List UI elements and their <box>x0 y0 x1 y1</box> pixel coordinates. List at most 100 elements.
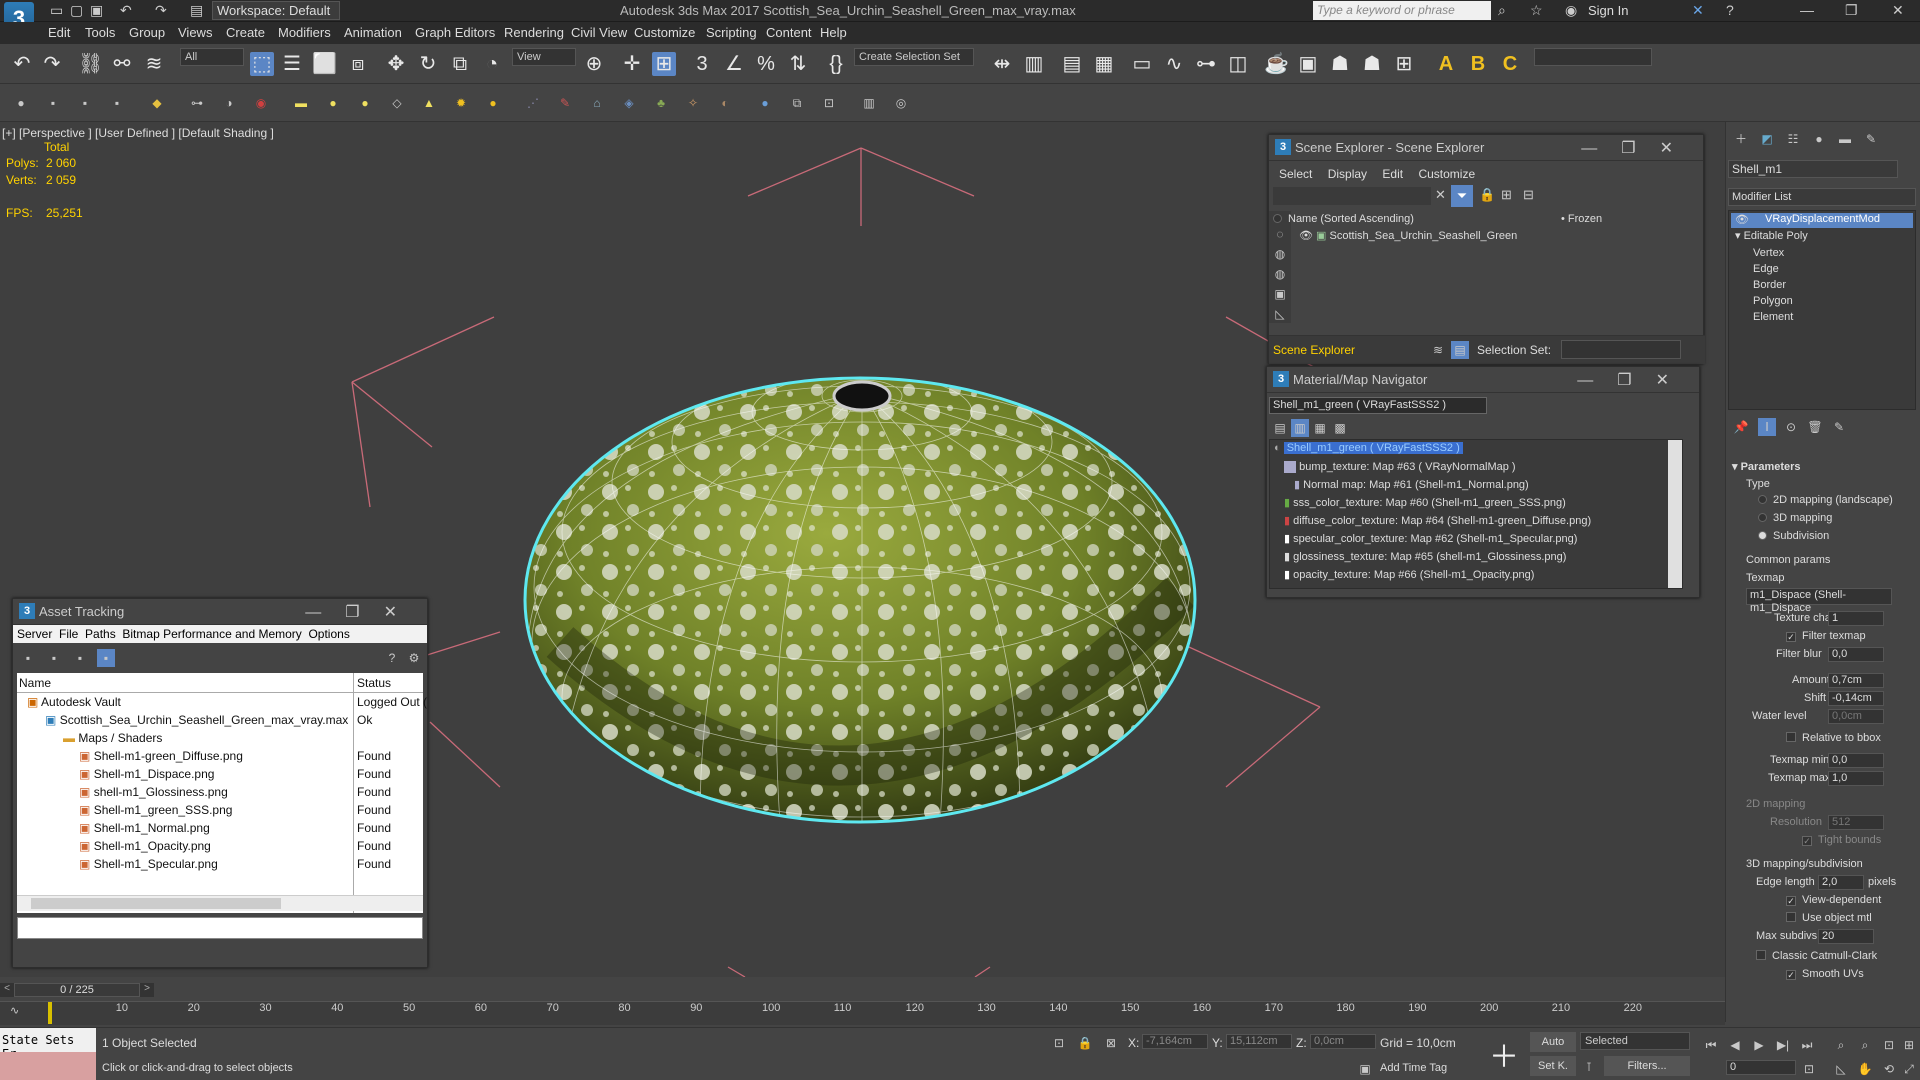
menu-display[interactable]: Display <box>1328 167 1367 181</box>
save-file-icon[interactable]: ▣ <box>90 2 103 19</box>
vray-light-icon[interactable]: ● <box>324 94 342 112</box>
table-row[interactable]: ▣ shell-m1_Glossiness.png <box>79 785 228 799</box>
align-icon[interactable]: ▥ <box>1022 52 1046 76</box>
relative-bbox-checkbox[interactable]: Relative to bbox <box>1786 732 1881 744</box>
z-coordinate-field[interactable]: 0,0cm <box>1310 1034 1376 1049</box>
restore-icon[interactable]: ❐ <box>1845 2 1858 19</box>
display-none-icon[interactable]: ◌ <box>1271 225 1289 243</box>
vray-light-icon[interactable]: ◇ <box>388 94 406 112</box>
reference-coordinate-dropdown[interactable]: View <box>512 48 576 66</box>
classic-cc-checkbox[interactable]: Classic Catmull-Clark <box>1756 950 1877 962</box>
stack-item-edge[interactable]: Edge <box>1753 263 1779 275</box>
sea-urchin-shell[interactable] <box>523 374 1197 827</box>
snaps-toggle-icon[interactable]: 3 <box>690 52 714 76</box>
scene-item[interactable]: 👁 ▣ Scottish_Sea_Urchin_Seashell_Green <box>1299 229 1517 242</box>
map-item[interactable]: ▮▮ bump_texture: Map #63 ( VRayNormalMap… <box>1284 460 1516 473</box>
menu-animation[interactable]: Animation <box>344 25 402 40</box>
vray-object-icon[interactable]: ⊡ <box>820 94 838 112</box>
menu-rendering[interactable]: Rendering <box>504 25 564 40</box>
display-cameras-icon[interactable]: ▣ <box>1271 285 1289 303</box>
menu-file[interactable]: File <box>59 627 78 641</box>
help-icon[interactable]: ? <box>383 649 401 667</box>
expand-icon[interactable]: ▾ <box>1735 230 1741 242</box>
texture-chan-spinner[interactable]: 1 <box>1828 611 1884 626</box>
zoom-extents-all-icon[interactable]: ⊞ <box>1900 1036 1918 1054</box>
edit-named-selection-icon[interactable]: {} <box>824 52 848 76</box>
rectangular-selection-icon[interactable]: ⬜ <box>312 52 337 76</box>
table-row[interactable]: ▣ Shell-m1_Specular.png <box>79 857 218 871</box>
map-item[interactable]: ▮ opacity_texture: Map #66 (Shell-m1_Opa… <box>1284 568 1534 581</box>
current-material-field[interactable]: Shell_m1_green ( VRayFastSSS2 ) <box>1269 397 1487 414</box>
column-header-frozen[interactable]: • Frozen <box>1561 213 1602 225</box>
x-coordinate-field[interactable]: -7,164cm <box>1142 1034 1208 1049</box>
play-icon[interactable]: ▶ <box>1750 1036 1768 1054</box>
table-row[interactable]: ▣ Shell-m1_Opacity.png <box>79 839 211 853</box>
vray-tool-icon[interactable]: ● <box>12 94 30 112</box>
window-crossing-icon[interactable]: ⧈ <box>346 52 370 76</box>
configure-sets-icon[interactable]: ✎ <box>1830 418 1848 436</box>
render-setup-icon[interactable]: ☕ <box>1264 52 1289 76</box>
map-item[interactable]: ▮ sss_color_texture: Map #60 (Shell-m1_g… <box>1284 496 1566 509</box>
select-object-icon[interactable]: ⬚ <box>250 52 274 76</box>
horizontal-scrollbar[interactable] <box>17 895 423 911</box>
display-tab-icon[interactable]: ▬ <box>1836 130 1854 148</box>
menu-paths[interactable]: Paths <box>85 627 116 641</box>
menu-edit[interactable]: Edit <box>1382 167 1403 181</box>
checkbox-icon[interactable] <box>1786 912 1796 922</box>
minimize-icon[interactable]: — <box>1800 2 1814 18</box>
previous-frame-icon[interactable]: ◀ <box>1726 1036 1744 1054</box>
radio-3d-mapping[interactable]: 3D mapping <box>1758 512 1832 524</box>
y-coordinate-field[interactable]: 15,112cm <box>1226 1034 1292 1049</box>
ribbon-toggle-icon[interactable]: ▭ <box>1130 52 1154 76</box>
modifier-list-dropdown[interactable]: Modifier List <box>1728 188 1916 206</box>
set-key-button[interactable]: Set K. <box>1530 1056 1576 1076</box>
open-file-icon[interactable]: ▢ <box>70 2 83 19</box>
display-helpers-icon[interactable]: ◺ <box>1271 305 1289 323</box>
time-next-arrow-icon[interactable]: > <box>140 983 154 997</box>
filter-icon[interactable]: ⏷ <box>1451 185 1473 207</box>
vray-sky-icon[interactable]: ● <box>484 94 502 112</box>
clear-search-icon[interactable]: ✕ <box>1435 187 1446 203</box>
hierarchy-icon[interactable]: ⊞ <box>1501 187 1512 203</box>
vray-object-icon[interactable]: ◈ <box>620 94 638 112</box>
resolution-spinner[interactable]: 512 <box>1828 815 1884 830</box>
stack-item-vraydisplacement[interactable]: VRayDisplacementMod <box>1731 213 1913 228</box>
field-of-view-icon[interactable]: ◺ <box>1832 1060 1850 1078</box>
binoculars-icon[interactable]: ⌕ <box>1498 2 1506 19</box>
window-controls[interactable]: —❐✕ <box>1577 370 1693 390</box>
view-large-icons-icon[interactable]: ▩ <box>1331 419 1349 437</box>
close-x-icon[interactable]: ✕ <box>1692 2 1704 19</box>
search-input[interactable]: Type a keyword or phrase <box>1313 1 1491 20</box>
asset-tracking-titlebar[interactable]: 3 Asset Tracking —❐✕ <box>13 599 427 625</box>
key-mode-icon[interactable]: ⊺ <box>1580 1058 1598 1076</box>
vray-tool-icon[interactable]: ⊶ <box>188 94 206 112</box>
vray-tool-icon[interactable]: ◑ <box>220 94 238 112</box>
maxscript-listener[interactable] <box>0 1052 96 1080</box>
layer-explorer-icon[interactable]: ▦ <box>1092 52 1116 76</box>
stack-item-element[interactable]: Element <box>1753 311 1793 323</box>
asset-tool-icon[interactable]: ▪ <box>45 649 63 667</box>
use-object-mtl-checkbox[interactable]: Use object mtl <box>1786 912 1872 924</box>
table-row[interactable]: ▣ Scottish_Sea_Urchin_Seashell_Green_max… <box>45 713 348 727</box>
vray-object-icon[interactable]: ♣ <box>652 94 670 112</box>
menu-scripting[interactable]: Scripting <box>706 25 757 40</box>
max-subdivs-spinner[interactable]: 20 <box>1818 929 1874 944</box>
show-end-result-icon[interactable]: Ⅰ <box>1758 418 1776 436</box>
state-sets-listener[interactable]: State Sets Er <box>0 1028 96 1061</box>
vray-tool-icon[interactable]: ◆ <box>148 94 166 112</box>
stack-item-border[interactable]: Border <box>1753 279 1786 291</box>
vray-object-icon[interactable]: ⋰ <box>524 94 542 112</box>
vray-light-icon[interactable]: ▲ <box>420 94 438 112</box>
vray-light-icon[interactable]: ● <box>356 94 374 112</box>
checkbox-icon[interactable]: ✓ <box>1786 896 1796 906</box>
maximize-viewport-icon[interactable]: ⤢ <box>1900 1060 1918 1078</box>
lock-icon[interactable]: 🔒 <box>1479 187 1495 203</box>
radio-icon[interactable] <box>1758 495 1767 504</box>
menu-server[interactable]: Server <box>17 627 52 641</box>
amount-spinner[interactable]: 0,7cm <box>1828 673 1884 688</box>
set-key-big-icon[interactable]: ＋ <box>1486 1040 1522 1076</box>
workspace-dropdown[interactable]: Workspace: Default <box>212 1 340 20</box>
stack-item-polygon[interactable]: Polygon <box>1753 295 1793 307</box>
asset-tool-icon[interactable]: ▪ <box>71 649 89 667</box>
view-dependent-checkbox[interactable]: ✓ View-dependent <box>1786 894 1881 906</box>
